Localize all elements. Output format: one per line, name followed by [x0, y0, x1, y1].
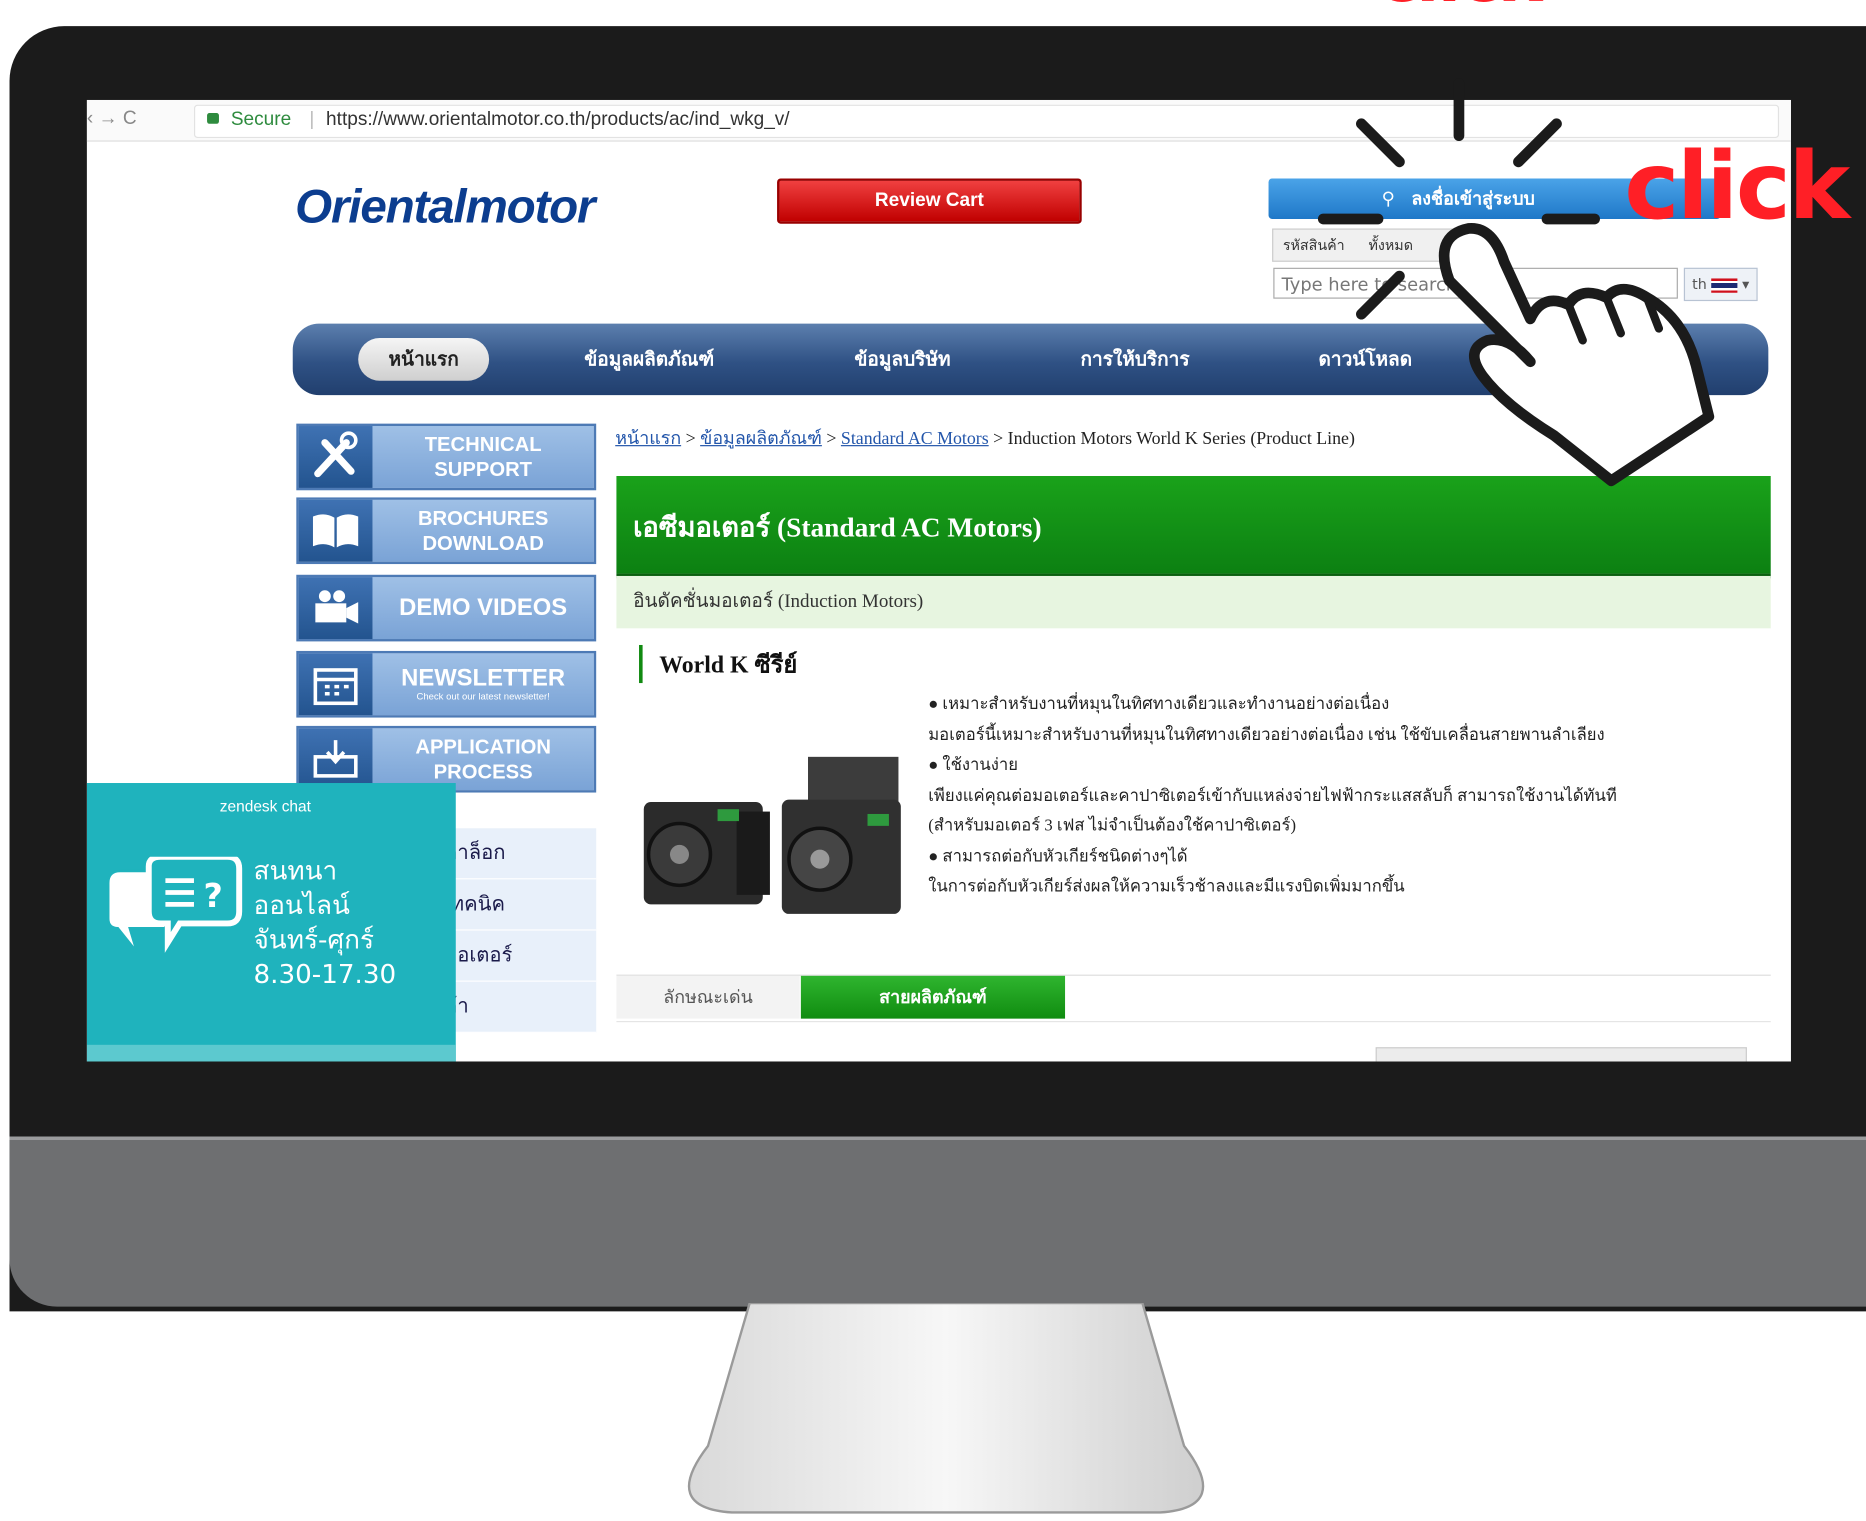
svg-text:?: ? — [203, 876, 222, 915]
sidebar-label: APPLICATION — [415, 735, 551, 759]
description-line: ● ใช้งานง่าย — [928, 756, 1019, 775]
subtitle-bar: อินดัคชั่นมอเตอร์ (Induction Motors) — [616, 575, 1771, 629]
calendar-icon — [298, 653, 373, 716]
monitor-stand — [687, 1303, 1205, 1514]
site-logo[interactable]: Orientalmotor — [295, 181, 595, 235]
search-input[interactable]: Type here to search — [1273, 267, 1678, 299]
click-caption-top: click — [1378, 0, 1542, 18]
lock-icon — [207, 113, 219, 124]
tab-product-line[interactable]: สายผลิตภัณฑ์ — [800, 975, 1066, 1019]
tools-icon — [298, 426, 373, 488]
sidebar-link-technical[interactable]: เทคนิค — [443, 879, 597, 931]
sidebar-label: SUPPORT — [434, 458, 533, 481]
tab-divider — [616, 1021, 1771, 1023]
breadcrumb-separator: > — [988, 429, 1008, 449]
browser-screen: ‹ → C Secure | https://www.orientalmotor… — [86, 99, 1791, 1062]
breadcrumb-separator: > — [821, 429, 841, 449]
breadcrumb-link-ac-motors[interactable]: Standard AC Motors — [841, 430, 989, 449]
sidebar-label: BROCHURES — [417, 506, 549, 530]
chevron-down-icon: ▾ — [1742, 276, 1750, 293]
url-text[interactable]: https://www.orientalmotor.co.th/products… — [326, 109, 790, 130]
chat-line: จันทร์-ศุกร์ — [253, 925, 375, 956]
description-line: มอเตอร์นี้เหมาะสำหรับงานที่หมุนในทิศทางเ… — [928, 726, 1605, 745]
description-line: (สำหรับมอเตอร์ 3 เฟส ไม่จำเป็นต้องใช้คาป… — [928, 817, 1297, 836]
chat-message: สนทนา ออนไลน์ จันทร์-ศุกร์ 8.30-17.30 — [253, 854, 396, 992]
screenshot-stage: ‹ → C Secure | https://www.orientalmotor… — [0, 0, 1866, 1521]
secure-label: Secure — [230, 109, 292, 130]
description-line: ● เหมาะสำหรับงานที่หมุนในทิศทางเดียวและท… — [928, 696, 1390, 715]
zendesk-chat-widget[interactable]: zendesk chat ? สนทนา ออนไลน์ จันทร์-ศุกร… — [86, 783, 456, 1062]
chat-footer — [86, 1044, 456, 1062]
monitor-chin — [9, 1136, 1866, 1307]
technical-support-button[interactable]: TECHNICAL SUPPORT — [296, 423, 597, 491]
process-icon — [298, 728, 373, 791]
review-cart-button[interactable]: Review Cart — [777, 178, 1082, 224]
description-line: ● สามารถต่อกับหัวเกียร์ชนิดต่างๆได้ — [928, 847, 1188, 866]
sidebar-link-catalog[interactable]: คาล็อก — [443, 828, 597, 880]
product-description: ● เหมาะสำหรับงานที่หมุนในทิศทางเดียวและท… — [928, 690, 1749, 902]
nav-item-downloads[interactable]: ดาวน์โหลด — [1319, 324, 1413, 395]
breadcrumb-current: Induction Motors World K Series (Product… — [1007, 429, 1355, 449]
tab-features[interactable]: ลักษณะเด่น — [616, 975, 800, 1019]
motor-product-image — [643, 756, 901, 914]
scene: ‹ → C Secure | https://www.orientalmotor… — [0, 0, 1866, 1521]
newsletter-button[interactable]: NEWSLETTER Check out our latest newslette… — [296, 650, 597, 718]
address-separator: | — [309, 109, 315, 130]
breadcrumb-separator: > — [681, 429, 701, 449]
main-nav: หน้าแรก ข้อมูลผลิตภัณฑ์ ข้อมูลบริษัท การ… — [292, 323, 1769, 396]
search-tab-all[interactable]: ทั้งหมด — [1369, 234, 1413, 257]
sidebar-link-product[interactable]: ค้า — [443, 981, 597, 1033]
sidebar-label: NEWSLETTER — [401, 664, 566, 691]
nav-item-products[interactable]: ข้อมูลผลิตภัณฑ์ — [584, 324, 714, 395]
breadcrumb-link-products[interactable]: ข้อมูลผลิตภัณฑ์ — [700, 430, 822, 449]
key-icon: ⚲ — [1381, 188, 1395, 210]
browser-toolbar: ‹ → C Secure | https://www.orientalmotor… — [86, 99, 1791, 142]
sidebar-label: DEMO VIDEOS — [399, 594, 568, 621]
brochures-download-button[interactable]: BROCHURES DOWNLOAD — [296, 497, 597, 565]
page-title-bar: เอซีมอเตอร์ (Standard AC Motors) — [616, 476, 1771, 579]
description-line: ในการต่อกับหัวเกียร์ส่งผลให้ความเร็วช้าล… — [928, 878, 1405, 897]
login-button[interactable]: ⚲ ลงชื่อเข้าสู่ระบบ — [1268, 178, 1721, 219]
sidebar-sublabel: Check out our latest newsletter! — [416, 690, 550, 702]
series-heading: World K ซีรีย์ — [639, 644, 797, 684]
breadcrumb-link-home[interactable]: หน้าแรก — [615, 430, 681, 449]
nav-item-company[interactable]: ข้อมูลบริษัท — [854, 324, 950, 395]
tab-action-button[interactable] — [1375, 1047, 1747, 1062]
page-title: เอซีมอเตอร์ (Standard AC Motors) — [633, 512, 1042, 543]
description-line: เพียงแค่คุณต่อมอเตอร์และคาปาซิเตอร์เข้าก… — [928, 787, 1617, 806]
address-bar[interactable]: Secure | https://www.orientalmotor.co.th… — [193, 104, 1780, 139]
thai-flag-icon — [1711, 277, 1738, 293]
login-label: ลงชื่อเข้าสู่ระบบ — [1411, 188, 1535, 210]
sidebar-link-motor[interactable]: มอเตอร์ — [443, 930, 597, 982]
sidebar-label: TECHNICAL — [424, 433, 542, 456]
product-tabs: ลักษณะเด่น สายผลิตภัณฑ์ — [616, 974, 1771, 1062]
chat-brand: zendesk chat — [219, 797, 311, 816]
browser-nav-buttons[interactable]: ‹ → C — [87, 108, 182, 129]
sidebar-label: DOWNLOAD — [422, 531, 544, 555]
page-subtitle: อินดัคชั่นมอเตอร์ (Induction Motors) — [633, 591, 924, 612]
nav-item-home[interactable]: หน้าแรก — [358, 337, 490, 381]
sidebar-label: PROCESS — [433, 760, 533, 784]
search-scope-tabs[interactable]: รหัสสินค้า ทั้งหมด — [1272, 228, 1453, 262]
chat-bubble-icon: ? — [107, 856, 243, 953]
chat-line: 8.30-17.30 — [253, 960, 397, 991]
language-code: th — [1692, 276, 1707, 293]
nav-item-services[interactable]: การให้บริการ — [1081, 324, 1190, 395]
chat-line: ออนไลน์ — [253, 891, 350, 922]
search-tab-code[interactable]: รหัสสินค้า — [1283, 234, 1345, 257]
book-icon — [298, 499, 373, 562]
language-select[interactable]: th ▾ — [1683, 267, 1758, 302]
breadcrumb: หน้าแรก > ข้อมูลผลิตภัณฑ์ > Standard AC … — [615, 424, 1355, 453]
chat-line: สนทนา — [253, 856, 338, 887]
demo-videos-button[interactable]: DEMO VIDEOS — [296, 574, 597, 642]
video-camera-icon — [298, 577, 373, 640]
